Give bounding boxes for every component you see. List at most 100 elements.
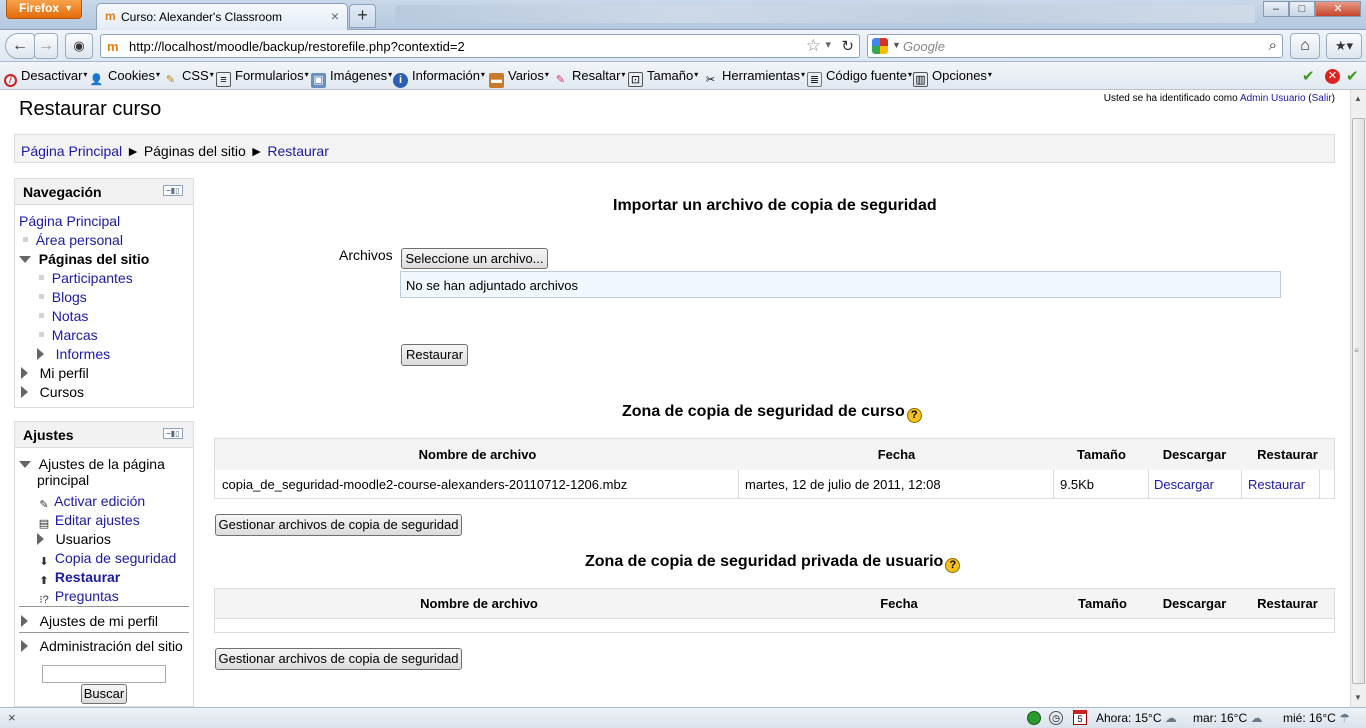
help-icon[interactable]: ? [945,558,961,573]
vertical-scrollbar[interactable]: ▲ ≡ ▼ [1350,90,1366,707]
nav-courses-label: Cursos [39,384,85,400]
nav-my-profile[interactable]: Mi perfil [21,365,89,381]
devbar-item-misc[interactable]: ▬ Varios▾ [489,68,549,88]
search-button[interactable]: Buscar [81,684,127,704]
devbar-item-tools[interactable]: ✂ Herramientas▾ [703,68,805,88]
user-icon: 👤 [89,74,104,86]
page-viewport: Restaurar curso Usted se ha identificado… [0,90,1350,707]
devbar-item-information[interactable]: i Información▾ [393,68,485,88]
nav-reports[interactable]: Informes [37,346,110,362]
select-file-button[interactable]: Seleccione un archivo... [401,248,548,269]
status-green-icon[interactable] [1027,711,1041,725]
nav-site-pages[interactable]: Páginas del sitio [19,251,149,267]
devbar-item-options[interactable]: ▥ Opciones▾ [913,68,992,87]
devbar-item-view-source[interactable]: ≣ Código fuente▾ [807,68,912,87]
chevron-down-icon: ▼ [64,3,73,13]
maximize-window-button[interactable]: □ [1289,1,1315,17]
settings-backup-link[interactable]: Copia de seguridad [55,550,176,566]
pencil-icon: ✎ [165,74,176,86]
weather-now[interactable]: Ahora: 15°C ☁ [1096,711,1177,725]
column-divider [1241,470,1242,499]
settings-edit-settings-link[interactable]: Editar ajustes [55,512,140,528]
search-icon[interactable]: ⌕ [1269,37,1277,54]
google-engine-icon[interactable] [872,38,888,54]
breadcrumb-restore-link[interactable]: Restaurar [267,143,328,159]
minimize-window-button[interactable]: – [1263,1,1289,17]
course-backup-zone-heading: Zona de copia de seguridad de curso? [622,403,922,423]
moodle-favicon-icon: m [107,39,119,54]
settings-questions-link[interactable]: Preguntas [55,588,119,604]
backup-download-link[interactable]: Descargar [1154,477,1214,492]
help-icon[interactable]: ? [906,408,922,423]
admin-search-input[interactable] [42,665,166,683]
devbar-item-forms[interactable]: ≡ Formularios▾ [216,68,309,87]
scroll-down-icon[interactable]: ▼ [1354,693,1362,702]
weather-storm-icon: ☁ [1250,711,1263,725]
calendar-icon[interactable]: 5 [1073,710,1087,725]
chevron-down-icon[interactable]: ▼ [892,40,901,50]
nav-personal-area-link[interactable]: Área personal [36,232,123,248]
devbar-item-outline[interactable]: ✎ Resaltar▾ [553,68,626,88]
close-addon-bar-icon[interactable]: × [8,710,16,725]
collapsed-triangle-icon [21,640,28,652]
column-header-date: Fecha [880,596,918,611]
reload-icon[interactable]: ↻ [841,37,854,55]
back-button[interactable]: ← [5,33,35,59]
settings-my-profile[interactable]: Ajustes de mi perfil [21,613,158,629]
logout-link[interactable]: Salir [1312,93,1332,104]
restore-submit-button[interactable]: Restaurar [401,344,468,366]
devbar-item-css[interactable]: ✎ CSS▾ [163,68,214,88]
settings-home-page[interactable]: Ajustes de la página principal [19,456,165,488]
bookmark-star-icon[interactable]: ☆ [806,36,821,56]
history-dropdown-icon[interactable]: ▾ [825,38,831,51]
column-divider [1148,470,1149,499]
close-tab-icon[interactable]: × [331,8,339,24]
dock-block-icon[interactable]: –▮▯ [163,428,183,439]
disable-icon: / [4,74,17,87]
nav-reports-link[interactable]: Informes [56,346,110,362]
scrollbar-thumb[interactable] [1352,118,1365,684]
info-icon: i [393,73,408,88]
url-bar[interactable]: m http://localhost/moodle/backup/restore… [100,34,860,58]
error-icon[interactable]: ✕ [1325,69,1340,84]
weather-tuesday[interactable]: mar: 16°C ☁ [1193,711,1263,725]
site-identity-button[interactable]: ◉ [65,33,93,59]
manage-course-backups-button[interactable]: Gestionar archivos de copia de seguridad [215,514,462,536]
devbar-item-disable[interactable]: / Desactivar▾ [4,68,87,87]
devbar-item-resize[interactable]: ⊡ Tamaño▾ [628,68,698,87]
nav-tags-link[interactable]: Marcas [52,327,98,343]
css-valid-check-icon[interactable]: ✔ [1302,67,1315,85]
settings-users[interactable]: Usuarios [37,531,111,547]
dock-block-icon[interactable]: –▮▯ [163,185,183,196]
close-window-button[interactable]: ✕ [1315,1,1361,17]
browser-tab-active[interactable]: m Curso: Alexander's Classroom × [96,3,348,30]
firefox-menu-button[interactable]: Firefox ▼ [6,0,82,19]
course-backup-zone-title: Zona de copia de seguridad de curso [622,403,905,420]
settings-restore-link[interactable]: Restaurar [55,569,120,585]
nav-participants-link[interactable]: Participantes [52,270,133,286]
bookmarks-menu-button[interactable]: ★▾ [1326,33,1362,59]
nav-home-link[interactable]: Página Principal [19,213,120,229]
settings-site-admin[interactable]: Administración del sitio [21,638,183,654]
devbar-item-cookies[interactable]: 👤 Cookies▾ [89,68,160,88]
html-valid-check-icon[interactable]: ✔ [1346,67,1359,85]
weather-wednesday[interactable]: mié: 16°C ☂ [1283,711,1350,725]
settings-turn-editing-on-link[interactable]: Activar edición [54,493,145,509]
new-tab-button[interactable]: + [349,4,376,28]
backup-restore-link[interactable]: Restaurar [1248,477,1305,492]
search-bar[interactable]: ▼ Google ⌕ [867,34,1283,58]
nav-courses[interactable]: Cursos [21,384,84,400]
url-text[interactable]: http://localhost/moodle/backup/restorefi… [129,39,465,54]
navigation-block-header: Navegación –▮▯ [15,179,193,205]
forward-button[interactable]: → [34,33,58,59]
devbar-item-images[interactable]: ▣ Imágenes▾ [311,68,392,88]
user-profile-link[interactable]: Admin Usuario [1240,93,1306,104]
breadcrumb-home-link[interactable]: Página Principal [21,143,122,159]
bullet-icon [39,313,44,318]
clock-icon[interactable]: ◷ [1049,711,1063,725]
nav-notes-link[interactable]: Notas [52,308,89,324]
nav-blogs-link[interactable]: Blogs [52,289,87,305]
manage-user-backups-button[interactable]: Gestionar archivos de copia de seguridad [215,648,462,670]
home-button[interactable]: ⌂ [1290,33,1320,59]
scroll-up-icon[interactable]: ▲ [1354,94,1362,103]
